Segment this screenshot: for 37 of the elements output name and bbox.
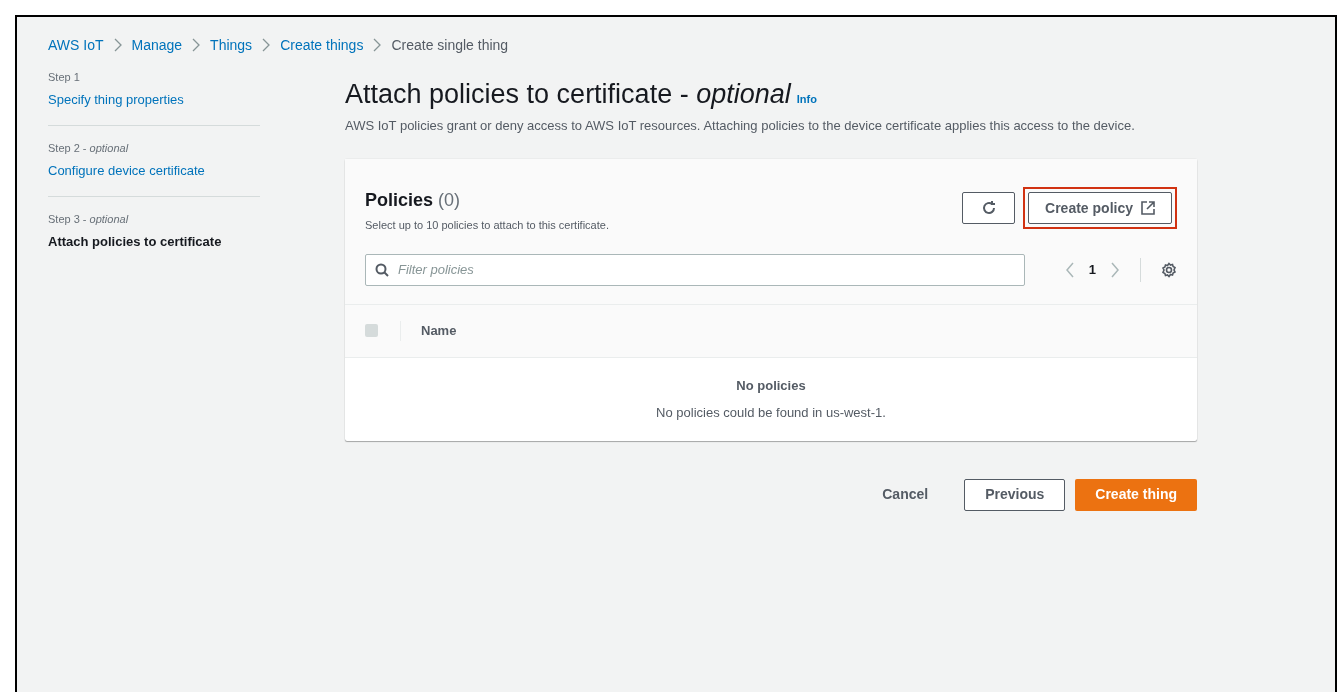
external-link-icon — [1141, 201, 1155, 215]
policy-count: (0) — [438, 189, 461, 212]
create-thing-button[interactable]: Create thing — [1075, 478, 1197, 511]
create-policy-button[interactable]: Create policy — [1028, 192, 1172, 224]
previous-page-icon[interactable] — [1064, 261, 1075, 278]
breadcrumb-link[interactable]: Manage — [131, 34, 183, 56]
panel-title: Policies — [365, 189, 434, 212]
filter-field[interactable]: Filter policies — [365, 253, 1025, 286]
chevron-icon — [262, 38, 271, 52]
chevron-icon — [373, 38, 382, 52]
step-number: Step 3 - optional — [48, 212, 130, 227]
search-icon — [375, 262, 389, 277]
breadcrumb-link[interactable]: Things — [210, 34, 253, 56]
next-page-icon[interactable] — [1110, 261, 1120, 278]
empty-title: No policies — [736, 376, 806, 395]
page-number[interactable]: 1 — [1088, 259, 1096, 280]
refresh-icon — [980, 200, 997, 216]
cancel-button[interactable]: Cancel — [866, 478, 945, 511]
column-header[interactable]: Name — [421, 320, 457, 341]
previous-button[interactable]: Previous — [964, 478, 1066, 511]
step-link[interactable]: Specify thing properties — [48, 89, 260, 109]
chevron-icon — [192, 38, 201, 52]
refresh-button[interactable] — [962, 192, 1016, 224]
info-link[interactable]: Info — [796, 91, 817, 108]
step-link[interactable]: Configure device certificate — [48, 160, 260, 180]
breadcrumb-link[interactable]: Create things — [280, 34, 364, 56]
panel-subtitle: Select up to 10 policies to attach to this certificate. — [365, 218, 609, 233]
page-title: Attach policies to certificate - optional — [345, 78, 791, 111]
page-description: AWS IoT policies grant or deny access to AWS IoT resources. Attaching policies to the device certificate applies this access to the device. — [345, 117, 1136, 135]
empty-message: No policies could be found in us-west-1. — [656, 404, 886, 422]
step-number: Step 2 - optional — [48, 141, 130, 156]
breadcrumb-current: Create single thing — [391, 35, 509, 55]
settings-icon[interactable] — [1161, 261, 1177, 278]
chevron-icon — [113, 38, 122, 52]
breadcrumb-link[interactable]: AWS IoT — [48, 34, 104, 56]
step-number: Step 1 — [48, 70, 81, 85]
step-link[interactable]: Attach policies to certificate — [48, 231, 260, 251]
